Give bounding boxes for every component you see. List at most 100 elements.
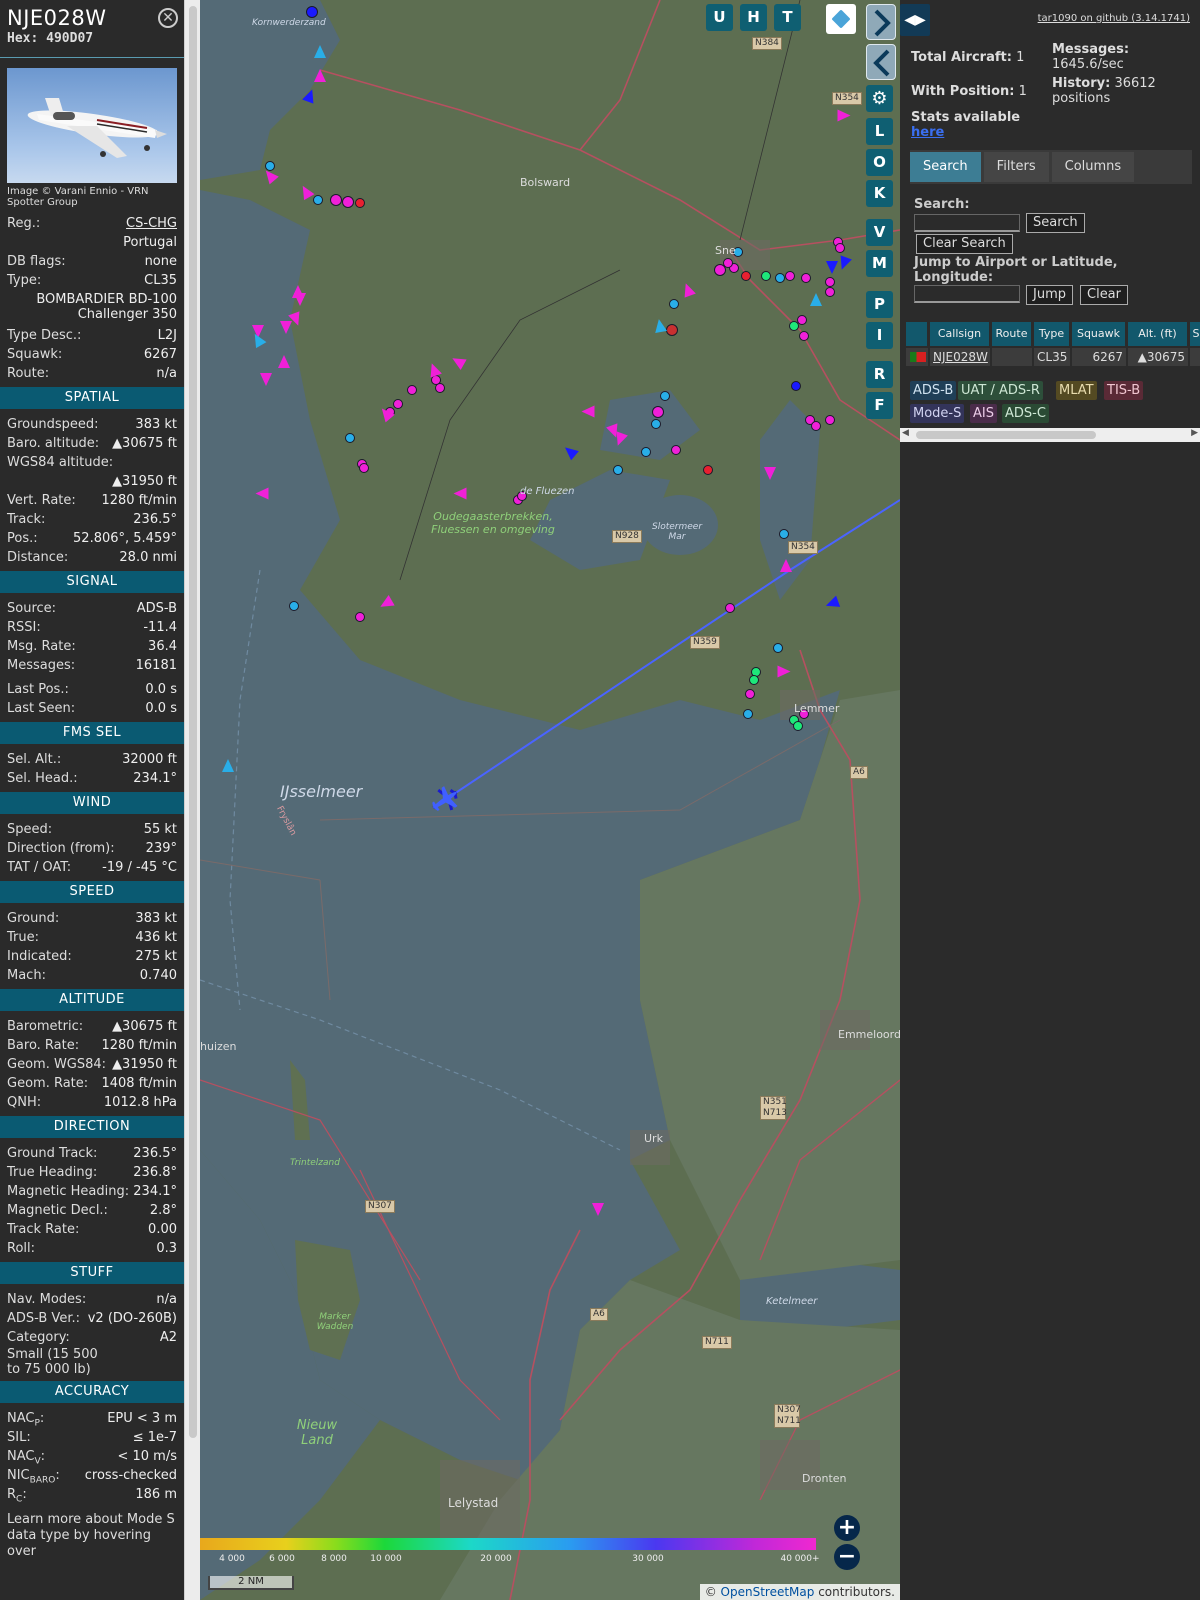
aircraft-dot[interactable] — [743, 709, 753, 719]
map-button-l[interactable]: L — [866, 118, 893, 145]
aircraft-dot[interactable] — [741, 271, 751, 281]
aircraft-photo[interactable] — [7, 68, 177, 183]
aircraft-arrow-icon[interactable] — [294, 293, 306, 306]
aircraft-dot[interactable] — [825, 287, 835, 297]
aircraft-dot[interactable] — [779, 529, 789, 539]
aircraft-arrow-icon[interactable] — [255, 487, 269, 500]
stats-link[interactable]: here — [911, 125, 944, 140]
aircraft-dot[interactable] — [651, 419, 661, 429]
registration-link[interactable]: CS-CHG — [126, 214, 177, 233]
column-header-sp[interactable]: Sp — [1190, 322, 1200, 346]
aircraft-dot[interactable] — [785, 271, 795, 281]
aircraft-dot[interactable] — [793, 721, 803, 731]
aircraft-dot[interactable] — [761, 271, 771, 281]
jump-input[interactable] — [914, 285, 1020, 303]
map-button-o[interactable]: O — [866, 149, 893, 176]
column-header-squawk[interactable]: Squawk — [1072, 322, 1126, 346]
aircraft-dot[interactable] — [342, 196, 354, 208]
aircraft-arrow-icon[interactable] — [260, 373, 272, 386]
aircraft-arrow-icon[interactable] — [777, 665, 791, 678]
aircraft-dot[interactable] — [725, 603, 735, 613]
aircraft-arrow-icon[interactable] — [592, 1203, 604, 1216]
zoom-in-button[interactable]: + — [834, 1515, 860, 1541]
map-view[interactable]: Kornwerderzand Bolsward Sne Oudegaasterbrek… — [200, 0, 900, 1600]
map-button-u[interactable]: U — [706, 4, 733, 31]
aircraft-dot[interactable] — [669, 299, 679, 309]
column-header-route[interactable]: Route — [992, 322, 1032, 346]
jump-button[interactable]: Jump — [1026, 285, 1073, 305]
aircraft-dot[interactable] — [835, 243, 845, 253]
aircraft-dot[interactable] — [799, 331, 809, 341]
settings-button[interactable]: ⚙ — [866, 85, 893, 112]
map-button-t[interactable]: T — [774, 4, 801, 31]
osm-link[interactable]: OpenStreetMap — [721, 1585, 815, 1599]
zoom-out-button[interactable]: − — [834, 1544, 860, 1570]
aircraft-dot[interactable] — [345, 433, 355, 443]
aircraft-dot[interactable] — [306, 6, 318, 18]
aircraft-arrow-icon[interactable] — [278, 355, 290, 368]
tab-columns[interactable]: Columns — [1051, 152, 1135, 182]
aircraft-arrow-icon[interactable] — [581, 405, 595, 418]
scrollbar-thumb[interactable] — [916, 431, 1096, 439]
aircraft-arrow-icon[interactable] — [453, 487, 467, 500]
table-horizontal-scrollbar[interactable]: ◀ ▶ — [900, 428, 1200, 442]
search-input[interactable] — [914, 214, 1020, 232]
toggle-sidebar-button[interactable]: ◀▶ — [900, 4, 930, 36]
cell-callsign[interactable]: NJE028W — [930, 348, 990, 366]
map-button-r[interactable]: R — [866, 361, 893, 388]
collapse-left-button[interactable] — [866, 44, 896, 80]
aircraft-dot[interactable] — [641, 447, 651, 457]
aircraft-arrow-icon[interactable] — [314, 45, 326, 58]
map-button-k[interactable]: K — [866, 180, 893, 207]
aircraft-arrow-icon[interactable] — [314, 69, 326, 82]
aircraft-arrow-icon[interactable] — [780, 559, 792, 572]
tab-filters[interactable]: Filters — [983, 152, 1049, 182]
layers-button[interactable] — [826, 4, 856, 34]
map-button-p[interactable]: P — [866, 291, 893, 318]
clear-jump-button[interactable]: Clear — [1080, 285, 1128, 305]
column-header-alt-ft[interactable]: Alt. (ft) — [1128, 322, 1188, 346]
aircraft-dot[interactable] — [313, 195, 323, 205]
aircraft-arrow-icon[interactable] — [222, 759, 234, 772]
column-header-flag[interactable] — [906, 322, 928, 346]
aircraft-dot[interactable] — [811, 421, 821, 431]
aircraft-dot[interactable] — [355, 612, 365, 622]
column-header-callsign[interactable]: Callsign — [930, 322, 990, 346]
aircraft-dot[interactable] — [745, 689, 755, 699]
scrollbar-thumb[interactable] — [189, 6, 197, 1438]
aircraft-arrow-icon[interactable] — [810, 293, 822, 306]
aircraft-dot[interactable] — [671, 445, 681, 455]
scroll-left-arrow-icon[interactable]: ◀ — [902, 428, 909, 438]
map-button-h[interactable]: H — [740, 4, 767, 31]
map-button-i[interactable]: I — [866, 322, 893, 349]
aircraft-dot[interactable] — [773, 643, 783, 653]
aircraft-dot[interactable] — [825, 277, 835, 287]
aircraft-arrow-icon[interactable] — [837, 109, 851, 122]
aircraft-dot[interactable] — [393, 399, 403, 409]
aircraft-dot[interactable] — [330, 194, 342, 206]
search-button[interactable]: Search — [1026, 213, 1085, 233]
aircraft-dot[interactable] — [775, 273, 785, 283]
expand-right-button[interactable] — [866, 4, 896, 40]
aircraft-dot[interactable] — [666, 324, 678, 336]
scroll-right-arrow-icon[interactable]: ▶ — [1191, 428, 1198, 438]
aircraft-dot[interactable] — [359, 463, 369, 473]
tab-search[interactable]: Search — [910, 152, 981, 182]
aircraft-dot[interactable] — [660, 391, 670, 401]
aircraft-dot[interactable] — [789, 321, 799, 331]
aircraft-dot[interactable] — [652, 406, 664, 418]
info-panel-scrollbar[interactable] — [184, 0, 200, 1600]
aircraft-dot[interactable] — [703, 465, 713, 475]
map-button-m[interactable]: M — [866, 250, 893, 277]
aircraft-dot[interactable] — [355, 198, 365, 208]
aircraft-arrow-icon[interactable] — [764, 467, 776, 480]
aircraft-dot[interactable] — [801, 273, 811, 283]
aircraft-dot[interactable] — [289, 601, 299, 611]
column-header-type[interactable]: Type — [1034, 322, 1070, 346]
map-button-v[interactable]: V — [866, 219, 893, 246]
aircraft-arrow-icon[interactable] — [652, 318, 668, 333]
aircraft-dot[interactable] — [613, 465, 623, 475]
github-link[interactable]: tar1090 on github (3.14.1741) — [1038, 13, 1190, 24]
aircraft-dot[interactable] — [791, 381, 801, 391]
close-icon[interactable]: ✕ — [158, 8, 178, 28]
